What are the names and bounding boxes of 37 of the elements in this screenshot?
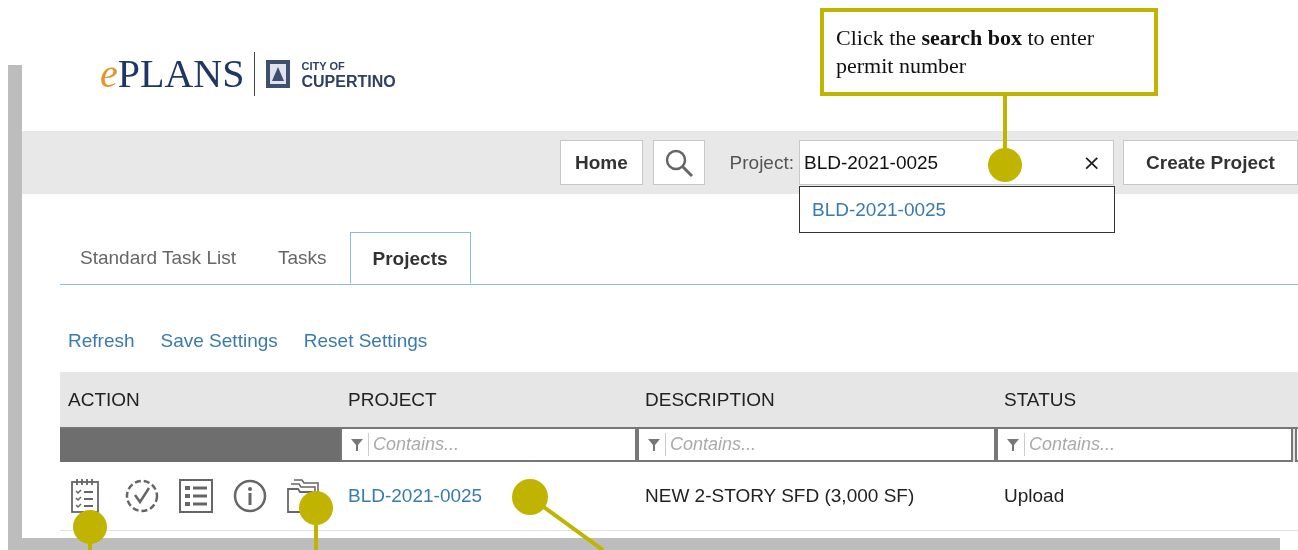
action-link[interactable]: Reset Settings — [303, 330, 428, 352]
table-cell: Upload — [1004, 485, 1065, 506]
agency-name: CUPERTINO — [301, 74, 396, 89]
info-icon[interactable] — [232, 478, 268, 514]
search-button[interactable] — [652, 140, 705, 185]
project-link[interactable]: BLD-2021-0025 — [348, 485, 483, 506]
callout-pointer — [73, 510, 107, 550]
column-header: PROJECT — [347, 388, 438, 411]
create-project-button[interactable]: Create Project — [1123, 140, 1298, 185]
callout-pointer — [299, 491, 333, 550]
filter-icon — [1006, 437, 1020, 452]
project-field[interactable]: BLD-2021-0025 × — [799, 140, 1114, 185]
column-header: ACTION — [67, 388, 141, 411]
field-label: Project: — [729, 151, 794, 174]
filter-field[interactable]: Contains... — [996, 429, 1293, 462]
tab[interactable]: Tasks — [256, 232, 348, 284]
action-link[interactable]: Refresh — [68, 330, 135, 352]
filter-icon — [350, 437, 364, 452]
callout-box: Click the search box to enter permit number — [820, 8, 1158, 96]
table-cell: NEW 2-STORY SFD (3,000 SF) — [645, 485, 915, 506]
tab[interactable]: Projects — [349, 232, 471, 284]
tab[interactable]: Standard Task List — [60, 232, 257, 284]
clear-button[interactable]: × — [1078, 150, 1105, 175]
action-link[interactable]: Save Settings — [160, 330, 278, 352]
search-icon — [663, 147, 694, 178]
dashed-check-icon[interactable] — [124, 478, 160, 514]
suggestion-item[interactable]: BLD-2021-0025 — [800, 198, 947, 221]
column-header: STATUS — [1003, 388, 1078, 411]
logo-wordmark: ePLANS — [100, 52, 245, 96]
agency-name: CITY OF — [301, 59, 346, 74]
seal-icon — [265, 59, 292, 89]
column-header: DESCRIPTION — [644, 388, 776, 411]
filter-icon — [647, 437, 661, 452]
filter-field[interactable]: Contains... — [637, 429, 996, 462]
list-icon[interactable] — [178, 478, 214, 514]
filter-field[interactable]: Contains... — [340, 429, 637, 462]
home-button[interactable]: Home — [560, 140, 643, 185]
